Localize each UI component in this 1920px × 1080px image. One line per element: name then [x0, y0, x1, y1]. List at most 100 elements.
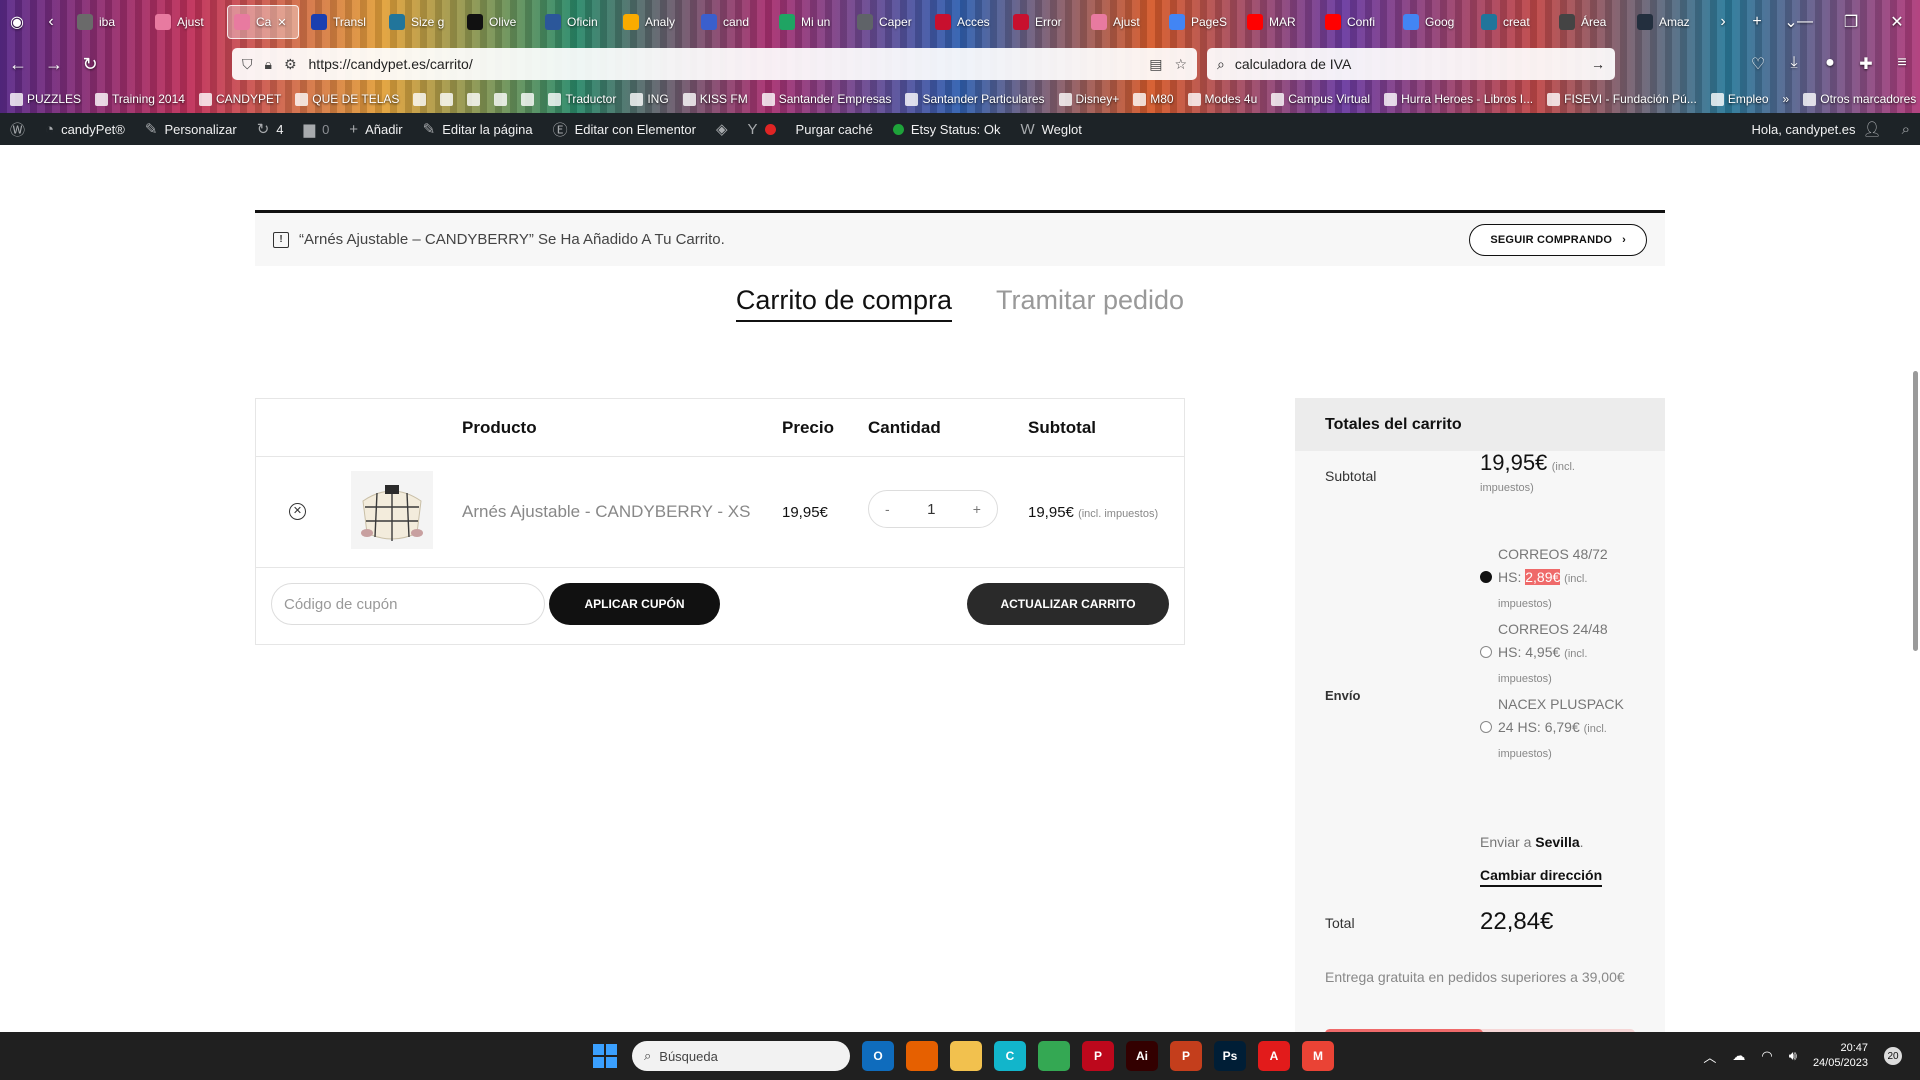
reader-view-icon[interactable]: ▤ — [1149, 56, 1162, 73]
step-checkout[interactable]: Tramitar pedido — [996, 285, 1184, 322]
bookmark-star-icon[interactable]: ☆ — [1174, 56, 1187, 73]
account-icon[interactable]: ● — [1812, 54, 1848, 74]
shipping-radio[interactable] — [1480, 646, 1492, 658]
browser-tab[interactable]: Acces — [929, 5, 1001, 39]
coupon-input[interactable]: Código de cupón — [271, 583, 545, 625]
bookmark-item[interactable]: Hurra Heroes - Libros I... — [1384, 92, 1533, 106]
shipping-radio[interactable] — [1480, 721, 1492, 733]
step-cart[interactable]: Carrito de compra — [735, 285, 952, 322]
bookmark-item[interactable] — [467, 92, 481, 106]
tray-chevron-icon[interactable]: ︿ — [1703, 1047, 1716, 1066]
shipping-option[interactable]: CORREOS 24/48 HS: 4,95€ (incl. impuestos… — [1480, 618, 1630, 691]
url-bar[interactable]: ⛉ 🔒︎ ⚙ https://candypet.es/carrito/ ▤ ☆ — [232, 48, 1197, 80]
browser-tab[interactable]: Área — [1553, 5, 1625, 39]
shipping-radio[interactable] — [1480, 571, 1492, 583]
etsy-status[interactable]: Etsy Status: Ok — [883, 113, 1011, 145]
back-icon[interactable]: ← — [0, 54, 36, 75]
lock-icon[interactable]: 🔒︎ — [265, 56, 272, 73]
other-bookmarks[interactable]: Otros marcadores — [1803, 92, 1916, 106]
bookmark-item[interactable]: M80 — [1133, 92, 1174, 106]
bookmark-item[interactable]: ING — [630, 92, 669, 106]
browser-tab[interactable]: Oficin — [539, 5, 611, 39]
browser-tab[interactable]: Ajust — [1085, 5, 1157, 39]
shipping-option[interactable]: NACEX PLUSPACK 24 HS: 6,79€ (incl. impue… — [1480, 693, 1630, 766]
illustrator-icon[interactable]: Ai — [1126, 1041, 1158, 1071]
tabs-scroll-right-icon[interactable]: › — [1706, 13, 1740, 31]
browser-tab[interactable]: iba — [71, 5, 143, 39]
tabs-scroll-left-icon[interactable]: ‹ — [34, 13, 68, 31]
bookmark-item[interactable] — [521, 92, 535, 106]
bookmarks-more-icon[interactable]: » — [1783, 92, 1790, 106]
pocket-icon[interactable]: ♡ — [1740, 54, 1776, 74]
bookmark-item[interactable]: Disney+ — [1058, 92, 1119, 106]
volume-icon[interactable]: 🔊︎ — [1789, 1048, 1797, 1064]
browser-tab[interactable]: Goog — [1397, 5, 1469, 39]
browser-tab[interactable]: Size g — [383, 5, 455, 39]
bookmark-item[interactable]: Santander Empresas — [761, 92, 891, 106]
menu-icon[interactable]: ≡ — [1884, 54, 1920, 74]
forward-icon[interactable]: → — [36, 54, 72, 75]
wordpress-logo[interactable]: Ⓦ — [0, 113, 35, 145]
shipping-option[interactable]: CORREOS 48/72 HS: 2,89€ (incl. impuestos… — [1480, 543, 1630, 616]
update-cart-button[interactable]: ACTUALIZAR CARRITO — [967, 583, 1169, 625]
browser-tab[interactable]: Confi — [1319, 5, 1391, 39]
edit-elementor-link[interactable]: Ⓔ Editar con Elementor — [543, 113, 706, 145]
browser-tab[interactable]: Mi un — [773, 5, 845, 39]
url-text[interactable]: https://candypet.es/carrito/ — [309, 56, 1138, 72]
add-new-link[interactable]: + Añadir — [339, 113, 412, 145]
browser-tab[interactable]: cand — [695, 5, 767, 39]
bookmark-item[interactable]: Modes 4u — [1187, 92, 1257, 106]
admin-search[interactable]: ⌕ — [1892, 113, 1920, 145]
downloads-icon[interactable]: ⤓ — [1776, 54, 1812, 74]
bookmark-item[interactable]: CANDYPET — [198, 92, 281, 106]
apply-coupon-button[interactable]: APLICAR CUPÓN — [549, 583, 720, 625]
remove-item-icon[interactable]: ✕ — [289, 503, 306, 520]
taskbar-search[interactable]: ⌕ Búsqueda — [632, 1041, 850, 1071]
browser-tab[interactable]: MAR — [1241, 5, 1313, 39]
yoast-link[interactable]: Y — [738, 113, 786, 145]
new-tab-icon[interactable]: + — [1740, 13, 1774, 31]
outlook-icon[interactable]: O — [862, 1041, 894, 1071]
bookmark-item[interactable]: Traductor — [548, 92, 616, 106]
comments-link[interactable]: ▆ 0 — [294, 113, 340, 145]
search-bar[interactable]: ⌕ calculadora de IVA → — [1207, 48, 1615, 80]
updates-link[interactable]: ↻ 4 — [247, 113, 294, 145]
browser-tab[interactable]: Olive — [461, 5, 533, 39]
purge-cache-link[interactable]: Purgar caché — [786, 113, 883, 145]
photoshop-icon[interactable]: Ps — [1214, 1041, 1246, 1071]
canva-icon[interactable]: C — [994, 1041, 1026, 1071]
extensions-icon[interactable]: ✚ — [1848, 54, 1884, 74]
firefox-icon[interactable] — [906, 1041, 938, 1071]
qty-input[interactable]: 1 — [927, 501, 935, 518]
bookmark-item[interactable]: Training 2014 — [95, 92, 185, 106]
bookmark-item[interactable]: Campus Virtual — [1271, 92, 1370, 106]
bookmark-item[interactable]: QUE DE TELAS — [295, 92, 399, 106]
minimize-icon[interactable]: — — [1782, 0, 1828, 44]
account-menu[interactable]: Hola, candypet.es 👤︎ — [1741, 113, 1891, 145]
product-name-link[interactable]: Arnés Ajustable - CANDYBERRY - XS — [462, 502, 751, 522]
bookmark-item[interactable]: PUZZLES — [10, 92, 81, 106]
browser-tab[interactable]: Caper — [851, 5, 923, 39]
bookmark-item[interactable]: KISS FM — [682, 92, 748, 106]
edit-page-link[interactable]: ✎ Editar la página — [413, 113, 543, 145]
qty-increase-button[interactable]: + — [973, 501, 981, 517]
product-thumbnail[interactable] — [351, 471, 433, 549]
bookmark-item[interactable]: Santander Particulares — [905, 92, 1045, 106]
restore-icon[interactable]: ❐ — [1828, 0, 1874, 44]
page-scrollbar[interactable] — [1913, 371, 1918, 651]
qty-decrease-button[interactable]: - — [885, 501, 890, 517]
powerpoint-icon[interactable]: P — [1170, 1041, 1202, 1071]
search-go-icon[interactable]: → — [1591, 56, 1605, 72]
browser-tab[interactable]: PageS — [1163, 5, 1235, 39]
bookmark-item[interactable] — [494, 92, 508, 106]
close-window-icon[interactable]: ✕ — [1874, 0, 1920, 44]
bookmark-item[interactable] — [440, 92, 454, 106]
bookmark-item[interactable]: FISEVI - Fundación Pú... — [1547, 92, 1697, 106]
bookmark-item[interactable] — [413, 92, 427, 106]
pinterest-icon[interactable]: P — [1082, 1041, 1114, 1071]
notifications-badge[interactable]: 20 — [1884, 1047, 1902, 1065]
windows-start-icon[interactable] — [593, 1044, 617, 1068]
continue-shopping-button[interactable]: SEGUIR COMPRANDO › — [1469, 223, 1647, 256]
close-tab-icon[interactable]: ✕ — [277, 16, 286, 29]
onedrive-icon[interactable]: ☁ — [1732, 1048, 1745, 1064]
